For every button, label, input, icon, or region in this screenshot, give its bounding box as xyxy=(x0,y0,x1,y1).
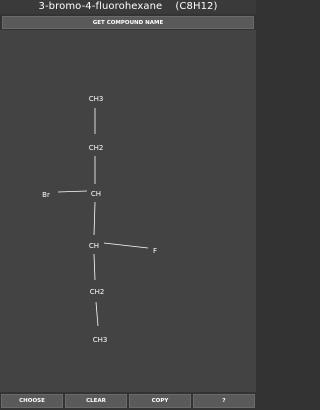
bond-ch-ch2 xyxy=(93,253,96,281)
atom-ch3-bottom[interactable]: CH3 xyxy=(93,336,108,344)
copy-button[interactable]: COPY xyxy=(129,394,191,408)
bond-br-ch xyxy=(57,190,88,193)
bond-layer xyxy=(57,108,149,327)
atom-ch3-top[interactable]: CH3 xyxy=(89,95,104,103)
choose-button[interactable]: CHOOSE xyxy=(1,394,63,408)
bond-ch-f xyxy=(103,242,149,249)
compound-formula: (C8H12) xyxy=(175,1,218,12)
title-spacer xyxy=(162,0,175,14)
help-button[interactable]: ? xyxy=(193,394,255,408)
structure-canvas[interactable]: CH3 CH2 Br CH CH F CH2 CH3 xyxy=(0,30,256,392)
atom-ch-lower[interactable]: CH xyxy=(89,242,99,250)
title-bar: 3-bromo-4-fluorohexane (C8H12) xyxy=(0,0,256,14)
bond-ch2-ch3 xyxy=(95,301,99,327)
compound-name: 3-bromo-4-fluorohexane xyxy=(38,1,163,12)
atom-ch2-upper[interactable]: CH2 xyxy=(89,144,104,152)
app-window: 3-bromo-4-fluorohexane (C8H12) GET COMPO… xyxy=(0,0,256,410)
atom-f[interactable]: F xyxy=(153,247,157,255)
get-compound-name-button[interactable]: GET COMPOUND NAME xyxy=(2,16,254,29)
bond-ch-ch xyxy=(93,201,96,236)
clear-button[interactable]: CLEAR xyxy=(65,394,127,408)
atom-ch2-lower[interactable]: CH2 xyxy=(90,288,105,296)
atom-br[interactable]: Br xyxy=(42,191,50,199)
atom-ch-upper[interactable]: CH xyxy=(91,190,101,198)
bottom-toolbar: CHOOSE CLEAR COPY ? xyxy=(0,394,256,410)
